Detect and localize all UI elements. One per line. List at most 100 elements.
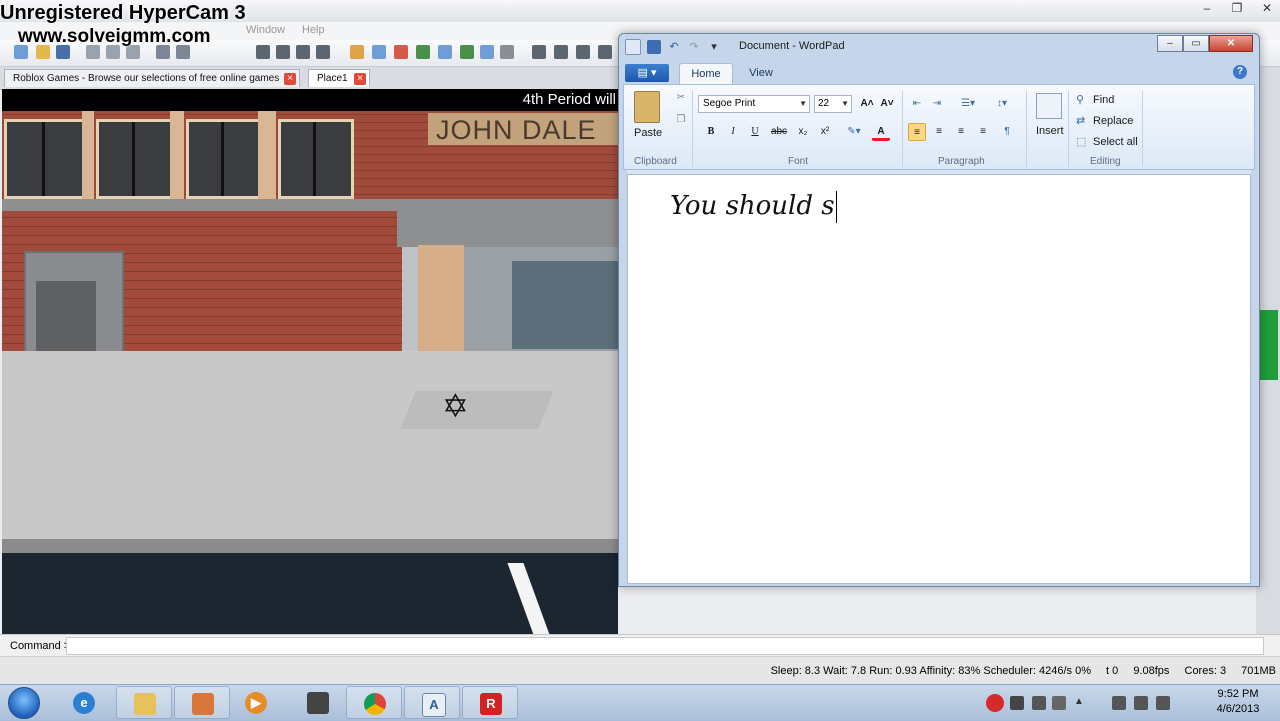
tool-icon[interactable] (554, 45, 568, 59)
document-area[interactable]: You should s (627, 174, 1251, 584)
undo-icon[interactable]: ↶ (667, 40, 681, 54)
grow-font-button[interactable]: A˄ (858, 95, 876, 113)
tool-icon[interactable] (500, 45, 514, 59)
close-button[interactable]: ✕ (1209, 35, 1253, 52)
paste-icon[interactable] (634, 91, 660, 123)
studio-close-button[interactable]: ✕ (1254, 0, 1280, 16)
taskbar-app[interactable] (174, 686, 230, 719)
tray-icon[interactable] (1010, 696, 1024, 710)
green-part (1258, 310, 1278, 380)
network-icon[interactable] (1134, 696, 1148, 710)
tool-icon[interactable] (576, 45, 590, 59)
studio-maximize-button[interactable]: ❐ (1224, 0, 1250, 16)
tab-view[interactable]: View (739, 63, 783, 83)
taskbar-media-player[interactable]: ▶ (228, 686, 284, 719)
chevron-down-icon: ▼ (841, 99, 849, 108)
highlighter-icon[interactable]: ✎▾ (840, 123, 868, 141)
text-color-button[interactable]: A (872, 123, 890, 141)
command-bar: Command > (0, 634, 1280, 657)
tool-icon[interactable] (372, 45, 386, 59)
tab-roblox-games[interactable]: Roblox Games - Browse our selections of … (4, 69, 300, 87)
taskbar-roblox-studio[interactable]: R (462, 686, 518, 719)
align-center-icon[interactable]: ≡ (930, 123, 948, 141)
game-viewport[interactable]: 4th Period will JOHN DALE ✡ (2, 89, 618, 634)
taskbar-wordpad[interactable]: A (404, 686, 460, 719)
hypercam-record-icon[interactable] (986, 694, 1004, 712)
help-icon[interactable]: ? (1233, 65, 1247, 79)
save-icon[interactable] (647, 40, 661, 54)
group-label-editing: Editing (1090, 156, 1121, 167)
group-separator (902, 91, 903, 167)
insert-button-label[interactable]: Insert (1036, 125, 1064, 137)
menu-help[interactable]: Help (302, 24, 325, 36)
strikethrough-button[interactable]: abc (768, 123, 790, 141)
tray-icon[interactable] (1052, 696, 1066, 710)
application-menu-button[interactable]: ▤ ▾ (625, 64, 669, 82)
paragraph-settings-icon[interactable]: ¶ (998, 123, 1016, 141)
close-icon[interactable]: × (354, 73, 366, 85)
italic-button[interactable]: I (724, 123, 742, 141)
start-button[interactable] (8, 687, 40, 719)
cut-icon[interactable]: ✂ (672, 89, 690, 107)
redo-icon[interactable]: ↷ (687, 40, 701, 54)
tool-icon[interactable] (394, 45, 408, 59)
shrink-font-button[interactable]: A˅ (878, 95, 896, 113)
superscript-button[interactable]: x² (816, 123, 834, 141)
tool-icon[interactable] (460, 45, 474, 59)
tool-icon[interactable] (296, 45, 310, 59)
customize-qat-icon[interactable]: ▾ (707, 40, 721, 54)
paste-button-label[interactable]: Paste (634, 127, 662, 139)
minimize-button[interactable]: – (1157, 35, 1183, 52)
maximize-button[interactable]: ▭ (1183, 35, 1209, 52)
line-spacing-icon[interactable]: ↕▾ (988, 95, 1016, 113)
close-icon[interactable]: × (284, 73, 296, 85)
show-hidden-icons-icon[interactable]: ▲ (1074, 696, 1088, 710)
font-size-select[interactable]: 22 ▼ (814, 95, 852, 113)
bullets-icon[interactable]: ☰▾ (954, 95, 982, 113)
tool-icon[interactable] (316, 45, 330, 59)
replace-button[interactable]: ⇄ Replace (1076, 114, 1133, 127)
font-family-select[interactable]: Segoe Print ▼ (698, 95, 810, 113)
tab-home[interactable]: Home (679, 63, 733, 84)
insert-picture-icon[interactable] (1036, 93, 1062, 119)
copy-icon[interactable]: ❐ (672, 111, 690, 129)
subscript-button[interactable]: x₂ (794, 123, 812, 141)
building-window (96, 119, 176, 199)
tool-icon[interactable] (276, 45, 290, 59)
select-all-button[interactable]: ⬚ Select all (1076, 135, 1138, 148)
align-right-icon[interactable]: ≡ (952, 123, 970, 141)
tool-icon[interactable] (416, 45, 430, 59)
align-left-icon[interactable]: ≡ (908, 123, 926, 141)
command-input[interactable] (66, 637, 1264, 655)
status-fps: 9.08fps (1133, 665, 1170, 677)
underline-button[interactable]: U (746, 123, 764, 141)
wordpad-window: ↶ ↷ ▾ Document - WordPad – ▭ ✕ ▤ ▾ Home … (618, 33, 1260, 587)
tool-icon[interactable] (598, 45, 612, 59)
find-button[interactable]: ⚲ Find (1076, 93, 1114, 106)
group-separator (1142, 91, 1143, 167)
increase-indent-icon[interactable]: ⇥ (928, 95, 946, 113)
taskbar-imvu[interactable] (290, 686, 346, 719)
tray-icon[interactable] (1032, 696, 1046, 710)
studio-minimize-button[interactable]: – (1194, 0, 1220, 16)
taskbar-internet-explorer[interactable]: e (56, 686, 112, 719)
building-window (186, 119, 262, 199)
tool-icon[interactable] (480, 45, 494, 59)
justify-icon[interactable]: ≡ (974, 123, 992, 141)
menu-window[interactable]: Window (246, 24, 285, 36)
bold-button[interactable]: B (702, 123, 720, 141)
action-center-icon[interactable] (1112, 696, 1126, 710)
volume-icon[interactable] (1156, 696, 1170, 710)
taskbar-explorer[interactable] (116, 686, 172, 719)
status-text: Sleep: 8.3 Wait: 7.8 Run: 0.93 Affinity:… (759, 665, 1276, 677)
tool-icon[interactable] (256, 45, 270, 59)
document-text[interactable]: You should s (670, 191, 837, 223)
tool-icon[interactable] (532, 45, 546, 59)
tool-icon[interactable] (350, 45, 364, 59)
tab-place1[interactable]: Place1 × (308, 69, 370, 87)
tool-icon[interactable] (438, 45, 452, 59)
decrease-indent-icon[interactable]: ⇤ (908, 95, 926, 113)
taskbar-chrome[interactable] (346, 686, 402, 719)
clock-time: 9:52 PM (1217, 688, 1259, 700)
clock[interactable]: 9:52 PM 4/6/2013 (1206, 687, 1270, 717)
